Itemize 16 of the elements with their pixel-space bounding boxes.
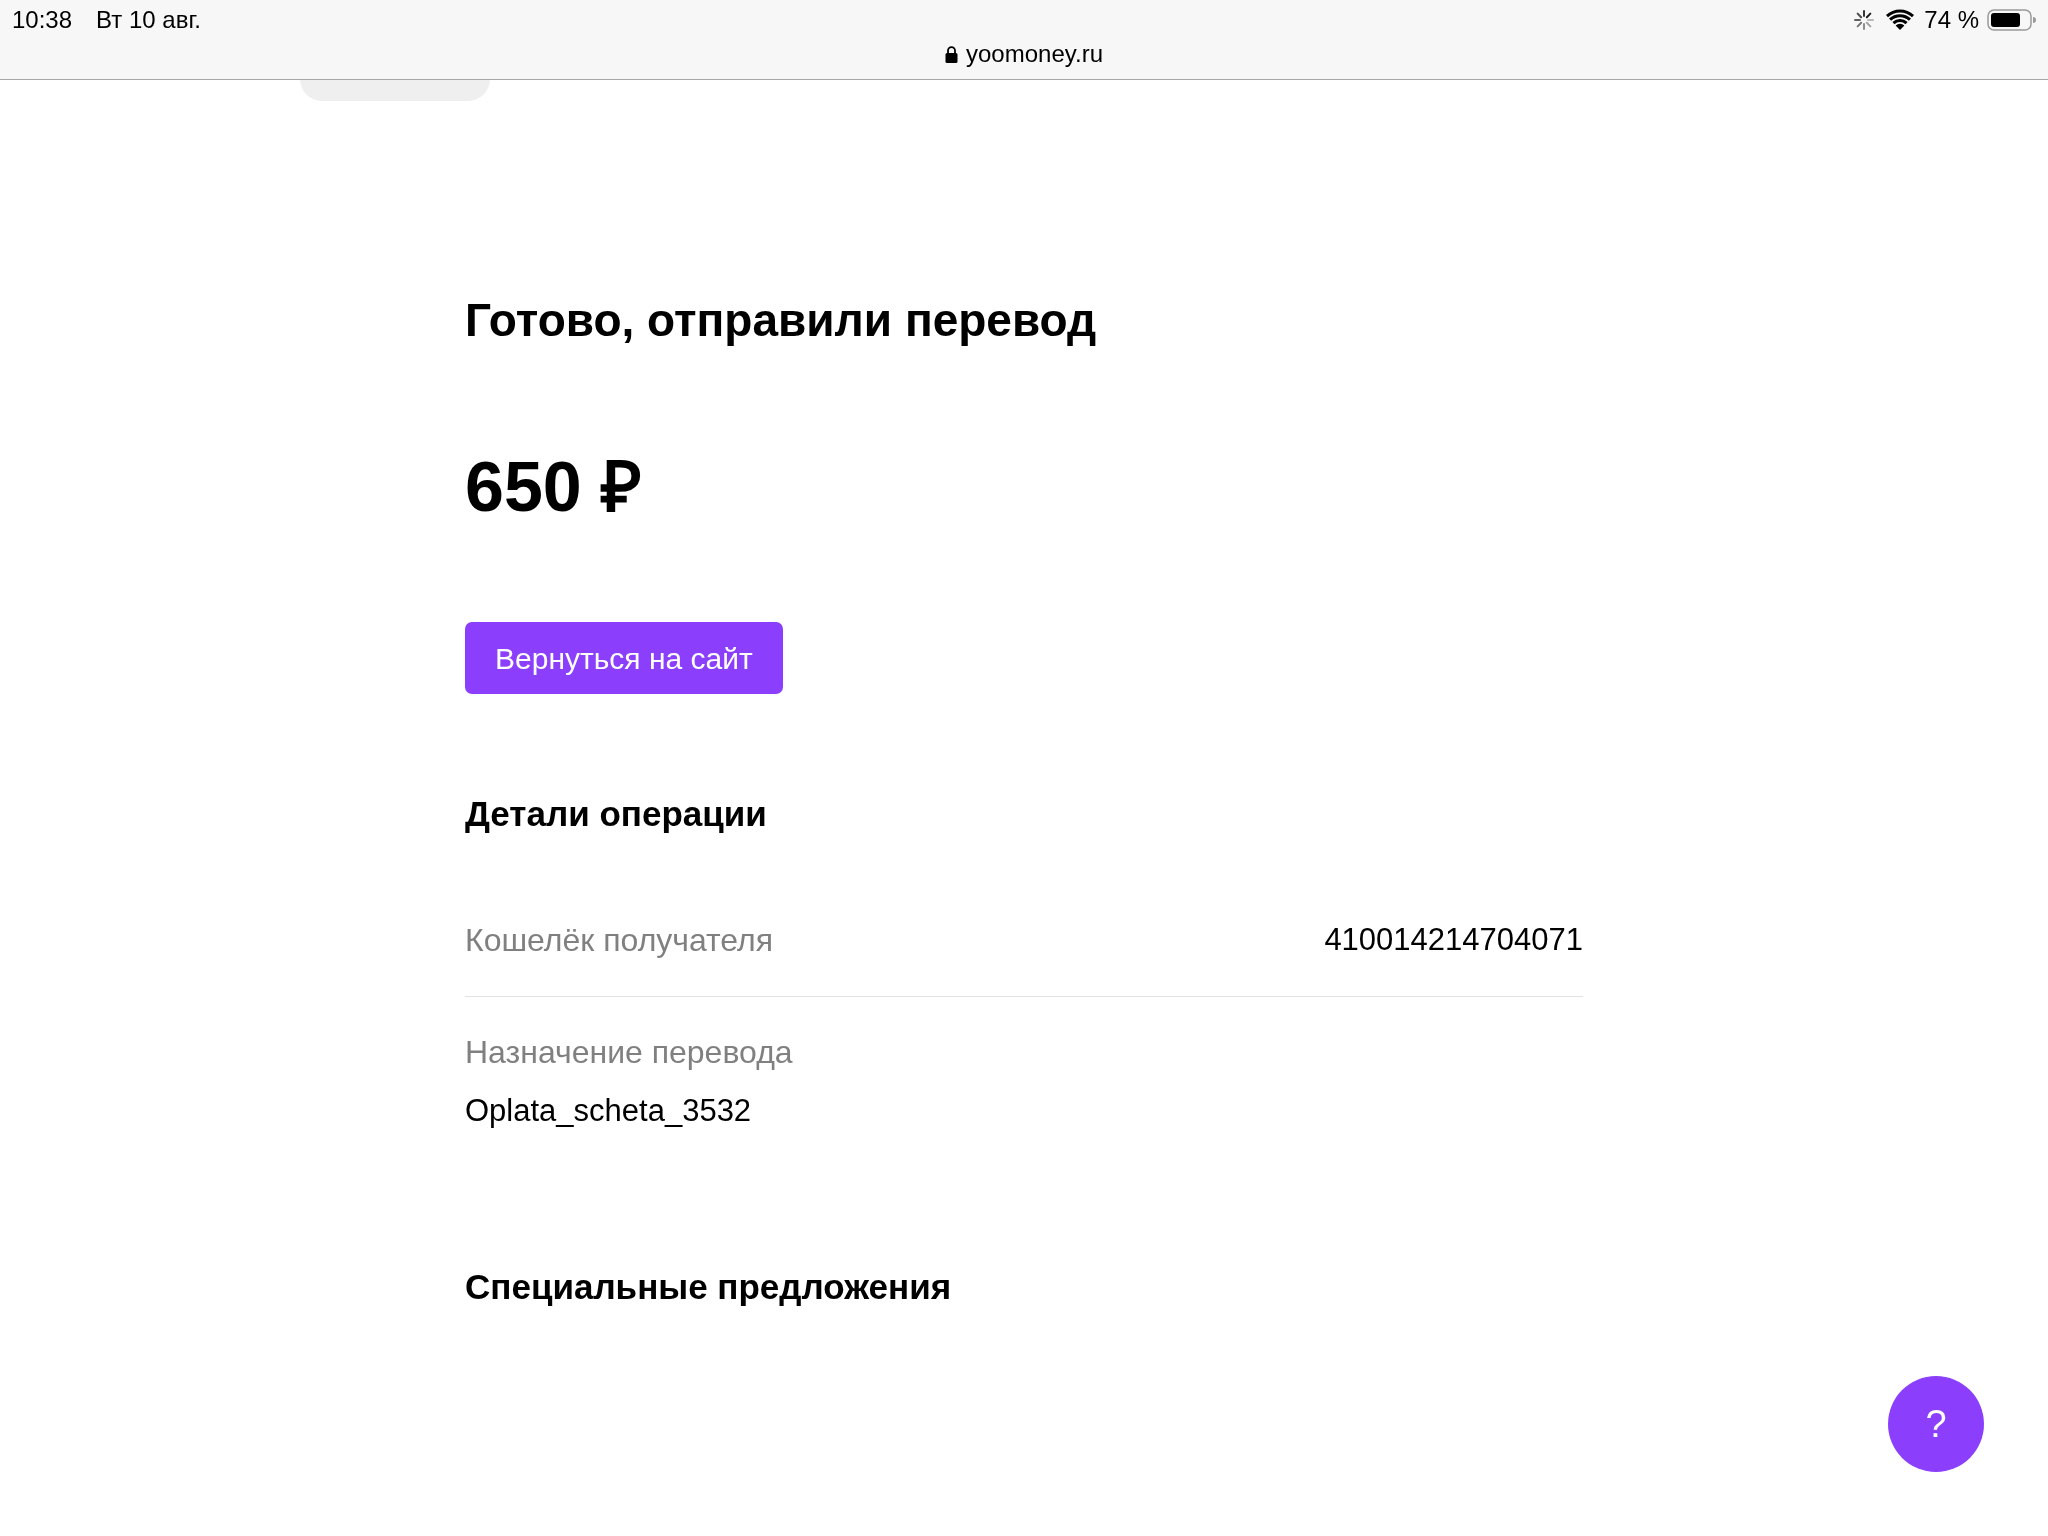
detail-value: 410014214704071 (1324, 921, 1583, 959)
help-button[interactable]: ? (1888, 1376, 1984, 1472)
detail-value: Oplata_scheta_3532 (465, 1092, 753, 1130)
return-button[interactable]: Вернуться на сайт (465, 622, 783, 694)
address-url[interactable]: yoomoney.ru (966, 41, 1103, 68)
section-heading: Детали операции (465, 793, 768, 835)
detail-label: Назначение перевода (465, 1033, 794, 1071)
page-title: Готово, отправили перевод (465, 293, 1098, 347)
battery-icon (1987, 9, 2036, 31)
date-text: Вт 10 авг. (96, 6, 201, 34)
amount-text: 650 ₽ (465, 447, 644, 528)
clock-time: 10:38 (12, 6, 73, 34)
wifi-icon (1886, 9, 1915, 31)
detail-label: Кошелёк получателя (465, 921, 774, 959)
battery-percent: 74 % (1924, 6, 1979, 34)
section-heading: Специальные предложения (465, 1266, 953, 1308)
